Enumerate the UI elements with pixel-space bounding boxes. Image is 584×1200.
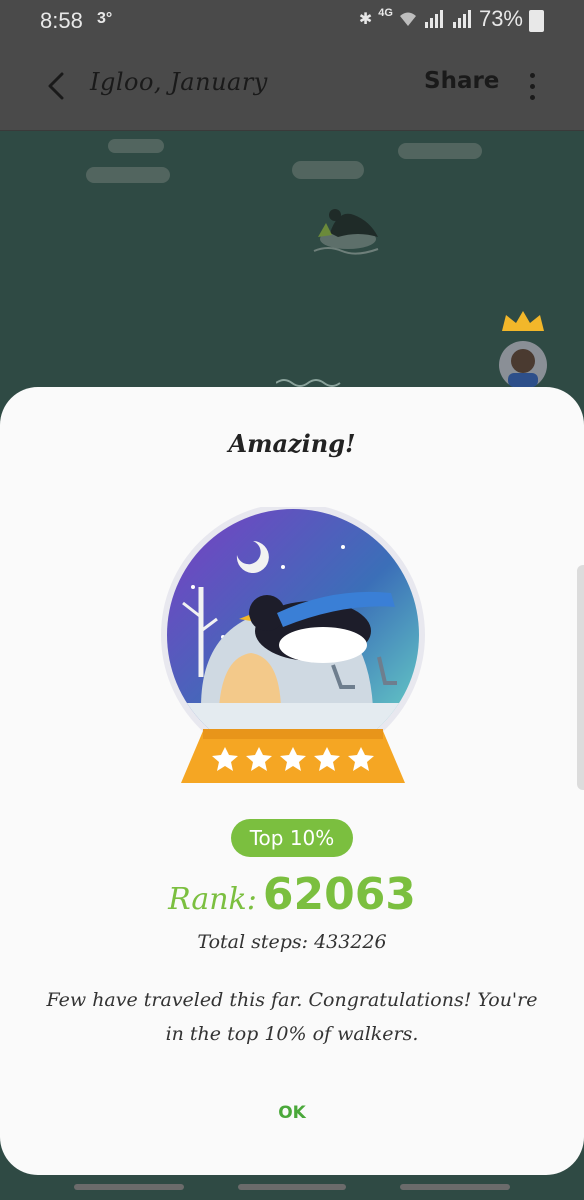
nav-bar-indicator bbox=[238, 1184, 346, 1190]
cloud bbox=[108, 139, 164, 153]
status-temperature: 3° bbox=[97, 10, 113, 27]
status-icons: ✱ 4G 73% bbox=[359, 6, 544, 32]
signal-icon bbox=[424, 10, 443, 28]
more-vert-dot-2 bbox=[529, 94, 535, 100]
more-vert-icon bbox=[529, 72, 535, 78]
signal-icon-2 bbox=[452, 10, 471, 28]
dialog-title: Amazing! bbox=[228, 429, 356, 458]
nav-bar-indicator bbox=[74, 1184, 184, 1190]
rank-value: 62063 bbox=[262, 869, 416, 920]
rank-row: Rank: 62063 bbox=[0, 869, 584, 920]
ok-button[interactable]: OK bbox=[262, 1095, 322, 1131]
edge-panel-handle[interactable] bbox=[577, 565, 584, 790]
achievement-dialog: Amazing! Top 10% Rank: 62063 Total steps… bbox=[0, 387, 584, 1175]
snow-globe-illustration bbox=[161, 507, 425, 783]
nav-bar-indicator bbox=[400, 1184, 510, 1190]
back-button[interactable] bbox=[36, 64, 76, 108]
back-arrow-icon bbox=[48, 72, 64, 100]
bluetooth-icon: ✱ bbox=[358, 11, 373, 28]
network-type: 4G bbox=[378, 7, 393, 19]
app-bar: Igloo, January Share bbox=[0, 42, 584, 131]
more-vert-dot bbox=[529, 83, 535, 89]
wifi-icon bbox=[399, 12, 416, 26]
status-bar: 8:58 3° ✱ 4G 73% bbox=[0, 0, 584, 42]
cloud bbox=[86, 167, 170, 183]
cloud bbox=[292, 161, 364, 179]
total-steps: Total steps: 433226 bbox=[197, 931, 387, 953]
crown-icon bbox=[502, 311, 544, 331]
battery-icon bbox=[529, 10, 544, 32]
share-button[interactable]: Share bbox=[424, 68, 499, 94]
user-rank-marker[interactable] bbox=[494, 309, 552, 389]
rank-label: Rank: bbox=[168, 882, 257, 917]
battery-percent: 73% bbox=[478, 6, 523, 31]
status-time: 8:58 bbox=[40, 8, 83, 33]
page-title: Igloo, January bbox=[90, 68, 268, 96]
more-options-button[interactable] bbox=[520, 66, 544, 106]
top-percent-badge: Top 10% bbox=[231, 819, 353, 857]
congrats-message: Few have traveled this far. Congratulati… bbox=[46, 989, 538, 1045]
cloud bbox=[398, 143, 482, 159]
seal-on-rock-illustration bbox=[313, 209, 379, 255]
